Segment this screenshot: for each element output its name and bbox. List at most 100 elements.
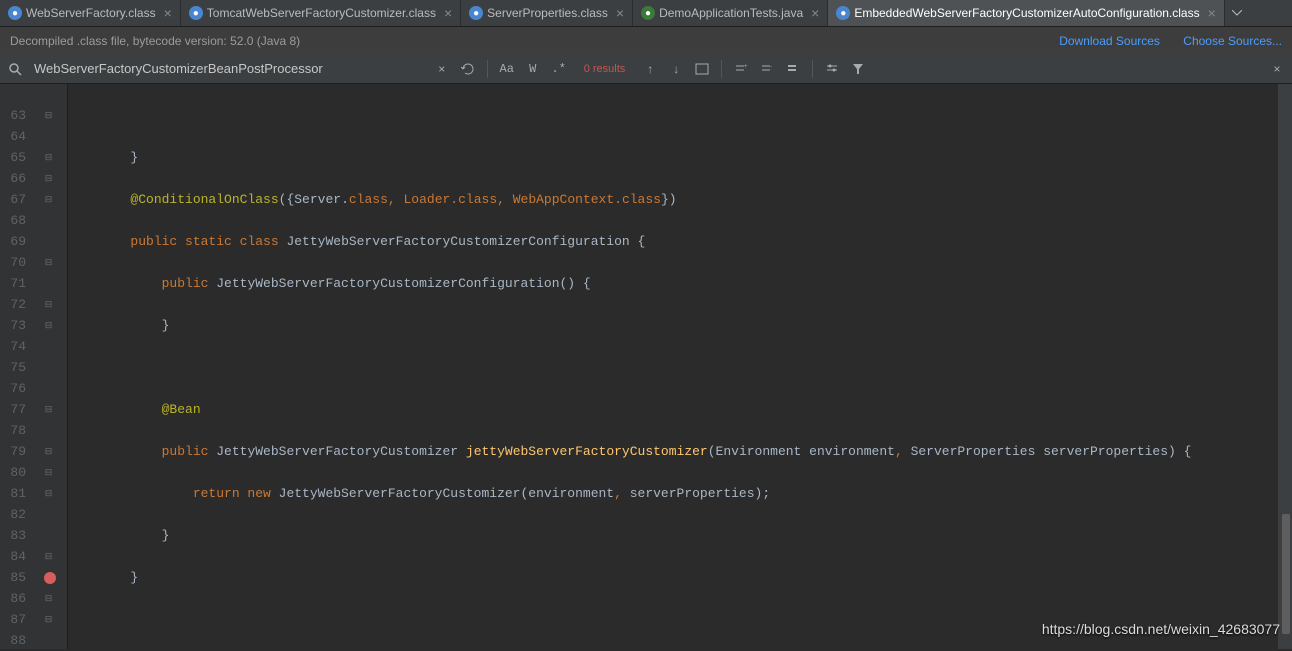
line-number: 70 [0, 255, 30, 270]
line-number: 69 [0, 234, 30, 249]
fold-icon[interactable]: ⊟ [44, 321, 54, 331]
fold-icon[interactable]: ⊟ [44, 552, 54, 562]
fold-icon[interactable]: ⊟ [44, 195, 54, 205]
line-number: 80 [0, 465, 30, 480]
line-number: 65 [0, 150, 30, 165]
fold-icon[interactable]: ⊟ [44, 174, 54, 184]
close-icon[interactable]: × [164, 5, 172, 21]
match-case-toggle[interactable]: Aa [496, 58, 518, 80]
select-all-occurrences-button[interactable] [782, 58, 804, 80]
watermark: https://blog.csdn.net/weixin_42683077 [1042, 621, 1280, 637]
code-line: } [68, 567, 1278, 588]
fold-icon[interactable]: ⊟ [44, 468, 54, 478]
code-line: } [68, 525, 1278, 546]
history-icon [461, 62, 475, 76]
close-icon[interactable]: × [444, 5, 452, 21]
add-selection-icon: + [734, 62, 748, 76]
java-class-icon: ● [189, 6, 203, 20]
line-number: 84 [0, 549, 30, 564]
close-find-button[interactable]: × [1266, 58, 1288, 80]
fold-icon[interactable]: ⊟ [44, 300, 54, 310]
next-match-button[interactable]: ↓ [665, 58, 687, 80]
chevron-down-icon [1232, 10, 1242, 16]
regex-toggle[interactable]: .* [548, 58, 570, 80]
line-number: 75 [0, 360, 30, 375]
line-number: 66 [0, 171, 30, 186]
gutter[interactable]: 63⊟ 64 65⊟ 66⊟ 67⊟ 68 69 70⊟ 71 72⊟ 73⊟ … [0, 84, 68, 649]
close-icon[interactable]: × [811, 5, 819, 21]
svg-text:-: - [770, 64, 772, 70]
words-toggle[interactable]: W [522, 58, 544, 80]
line-number: 64 [0, 129, 30, 144]
close-icon[interactable]: × [1208, 5, 1216, 21]
line-number: 81 [0, 486, 30, 501]
tab-label: TomcatWebServerFactoryCustomizer.class [207, 6, 436, 20]
fold-icon[interactable]: ⊟ [44, 489, 54, 499]
search-icon [4, 62, 26, 76]
banner-actions: Download Sources Choose Sources... [1039, 34, 1282, 48]
toggle-filter-button[interactable] [821, 58, 843, 80]
close-icon[interactable]: × [616, 5, 624, 21]
fold-icon[interactable]: ⊟ [44, 447, 54, 457]
fold-icon[interactable]: ⊟ [44, 111, 54, 121]
select-all-icon [695, 63, 709, 75]
tab-tomcatcustomizer[interactable]: ● TomcatWebServerFactoryCustomizer.class… [181, 0, 461, 26]
code-line: public JettyWebServerFactoryCustomizer j… [68, 441, 1278, 462]
line-number: 83 [0, 528, 30, 543]
line-number: 79 [0, 444, 30, 459]
add-selection-button[interactable]: + [730, 58, 752, 80]
code-line: return new JettyWebServerFactoryCustomiz… [68, 483, 1278, 504]
fold-icon[interactable]: ⊟ [44, 258, 54, 268]
fold-icon[interactable]: ⊟ [44, 153, 54, 163]
code-line: public JettyWebServerFactoryCustomizerCo… [68, 273, 1278, 294]
code-line: public static class JettyWebServerFactor… [68, 231, 1278, 252]
line-number: 78 [0, 423, 30, 438]
banner-text: Decompiled .class file, bytecode version… [10, 34, 300, 48]
results-count: 0 results [574, 63, 636, 75]
funnel-icon [852, 63, 864, 75]
code-line: } [68, 315, 1278, 336]
occurrences-icon [786, 62, 800, 76]
separator [812, 60, 813, 78]
tabs-overflow-button[interactable] [1225, 0, 1249, 26]
line-number: 63 [0, 108, 30, 123]
line-number: 72 [0, 297, 30, 312]
breakpoint-icon[interactable] [44, 572, 56, 584]
code-content[interactable]: } @ConditionalOnClass({Server.class, Loa… [68, 84, 1278, 649]
java-class-icon: ● [469, 6, 483, 20]
tab-label: ServerProperties.class [487, 6, 608, 20]
tab-label: DemoApplicationTests.java [659, 6, 803, 20]
remove-selection-icon: - [760, 62, 774, 76]
line-number: 73 [0, 318, 30, 333]
search-history-button[interactable] [457, 58, 479, 80]
download-sources-link[interactable]: Download Sources [1059, 34, 1160, 48]
line-number: 68 [0, 213, 30, 228]
tab-label: EmbeddedWebServerFactoryCustomizerAutoCo… [854, 6, 1199, 20]
editor-tabs: ● WebServerFactory.class × ● TomcatWebSe… [0, 0, 1292, 27]
line-number: 82 [0, 507, 30, 522]
tab-webserverfactory[interactable]: ● WebServerFactory.class × [0, 0, 181, 26]
choose-sources-link[interactable]: Choose Sources... [1183, 34, 1282, 48]
line-number: 86 [0, 591, 30, 606]
java-class-icon: ● [836, 6, 850, 20]
line-number: 87 [0, 612, 30, 627]
fold-icon[interactable]: ⊟ [44, 405, 54, 415]
select-all-button[interactable] [691, 58, 713, 80]
test-icon: ● [641, 6, 655, 20]
tab-embeddedwebserver[interactable]: ● EmbeddedWebServerFactoryCustomizerAuto… [828, 0, 1224, 26]
clear-search-button[interactable]: × [431, 58, 453, 80]
editor-area: 63⊟ 64 65⊟ 66⊟ 67⊟ 68 69 70⊟ 71 72⊟ 73⊟ … [0, 84, 1292, 649]
scrollbar[interactable] [1278, 84, 1292, 649]
fold-icon[interactable]: ⊟ [44, 594, 54, 604]
tab-demoapplicationtests[interactable]: ● DemoApplicationTests.java × [633, 0, 828, 26]
filter-button[interactable] [847, 58, 869, 80]
line-number: 88 [0, 633, 30, 648]
code-line [68, 357, 1278, 378]
line-number: 77 [0, 402, 30, 417]
tab-serverproperties[interactable]: ● ServerProperties.class × [461, 0, 633, 26]
search-input[interactable] [30, 61, 427, 76]
remove-selection-button[interactable]: - [756, 58, 778, 80]
fold-icon[interactable]: ⊟ [44, 615, 54, 625]
code-line: @Bean [68, 399, 1278, 420]
prev-match-button[interactable]: ↑ [639, 58, 661, 80]
